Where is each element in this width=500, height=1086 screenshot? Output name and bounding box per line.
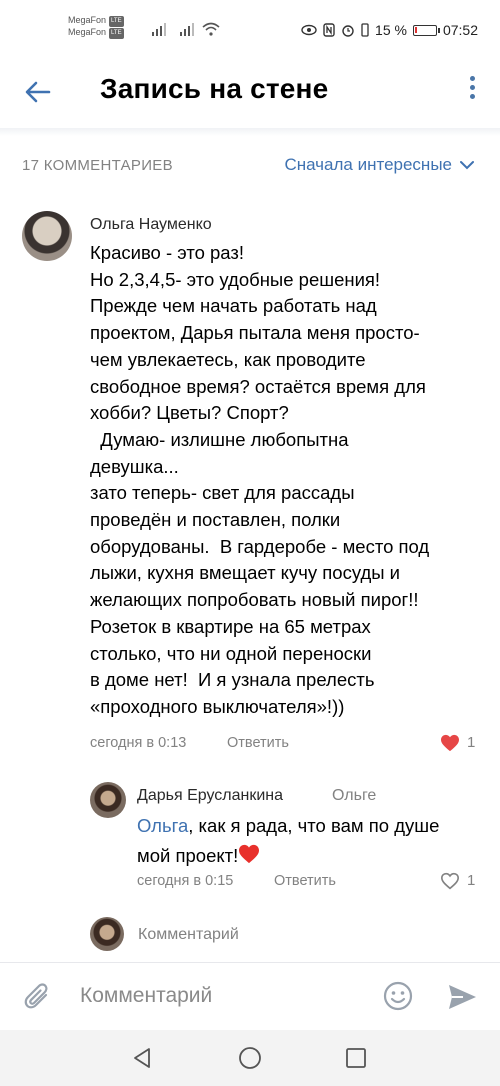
red-heart-emoji-icon [239,844,260,864]
lte-badge: LTE [109,28,124,39]
send-icon[interactable] [446,981,478,1013]
comments-header: 17 КОММЕНТАРИЕВ Сначала интересные [0,150,500,180]
header-divider [0,128,500,136]
battery-icon [412,24,440,36]
inline-comment-input[interactable]: Комментарий [138,926,239,944]
page-title: Запись на стене [100,73,329,104]
alarm-icon [342,25,354,37]
comment-text: Ольга, как я рада, что вам по душе мой п… [137,811,482,871]
paperclip-icon[interactable] [22,981,54,1013]
comment-time: сегодня в 0:13 [90,735,187,751]
avatar [90,917,124,951]
comment-time: сегодня в 0:15 [137,873,234,889]
heart-icon[interactable] [440,872,460,890]
signal-icon [152,23,166,36]
nav-home-icon[interactable] [238,1046,262,1070]
comment-author[interactable]: Дарья Еруслан­кина [137,787,283,805]
sort-label: Сначала интересные [284,155,452,174]
reply-button[interactable]: Ответить [227,735,289,751]
nav-recent-icon[interactable] [345,1047,367,1069]
wifi-icon [202,22,220,36]
more-vertical-icon[interactable] [468,76,476,106]
reply-button[interactable]: Ответить [274,873,336,889]
reply-to-label[interactable]: Ольге [332,787,376,805]
back-arrow-icon[interactable] [22,76,54,108]
nav-back-icon[interactable] [131,1046,153,1070]
like-count: 1 [467,872,476,889]
comment-author[interactable]: Ольга Науменко [90,216,212,234]
eye-icon [301,24,317,36]
smile-icon[interactable] [382,980,414,1012]
comment-input[interactable]: Комментарий [80,984,212,1008]
clock: 07:52 [442,22,478,38]
avatar[interactable] [22,211,72,261]
chevron-down-icon [460,161,474,170]
comments-count: 17 КОММЕНТАРИЕВ [22,157,173,174]
sort-dropdown[interactable]: Сначала интересные [284,155,474,175]
heart-icon[interactable] [440,734,460,752]
like-count: 1 [467,734,476,751]
carrier-1: MegaFon [68,15,107,25]
battery-percent: 15 % [375,22,407,38]
status-right: 15 % 07:52 [301,22,478,38]
app-header: Запись на стене [0,56,500,128]
system-nav-bar [0,1030,500,1086]
mention-link[interactable]: Ольга [137,815,188,836]
carrier-2: MegaFon [68,27,107,37]
lte-badge: LTE [109,16,124,27]
comment-text: Красиво - это раз! Но 2,3,4,5- это удобн… [90,242,430,717]
nfc-icon [323,23,335,37]
signal-icon [180,23,194,36]
status-bar: MegaFon LTE MegaFon LTE 15 % 07:52 [0,0,500,56]
carrier-info: MegaFon LTE MegaFon LTE [68,15,124,39]
avatar[interactable] [90,782,126,818]
comment-composer: Комментарий [0,962,500,1030]
vibrate-icon [361,23,369,37]
